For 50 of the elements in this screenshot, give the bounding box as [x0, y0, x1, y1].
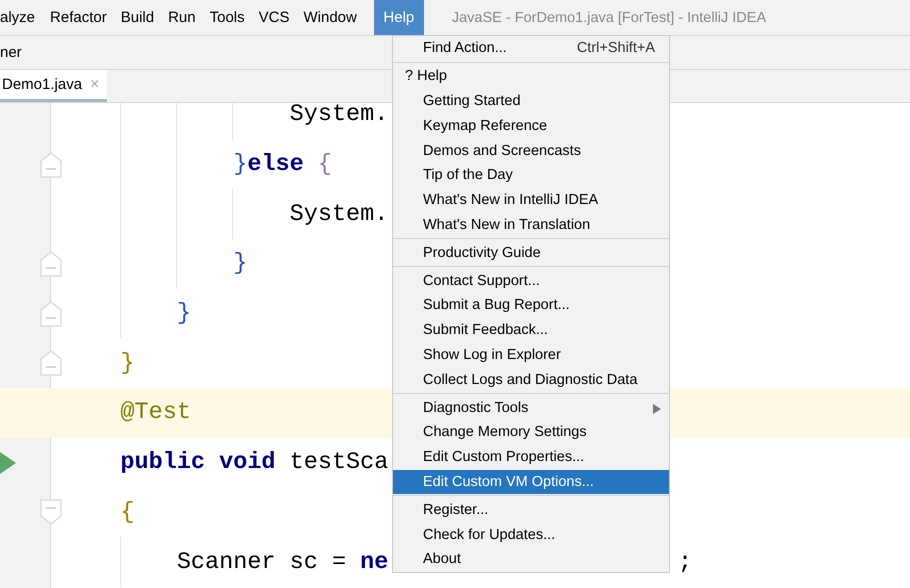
code-text: ; [678, 548, 692, 576]
toolbar-label: ner [0, 44, 22, 61]
menu-option[interactable]: Getting Started [393, 88, 669, 114]
code-line: System. [288, 200, 388, 228]
menu-option[interactable]: Contact Support... [393, 268, 669, 293]
code-line: } [232, 250, 248, 278]
menu-item[interactable]: Window [296, 0, 364, 35]
shortcut-label: Ctrl+Shift+A [576, 40, 655, 56]
editor-tab[interactable]: Demo1.java × [0, 70, 108, 102]
fold-marker-icon[interactable] [40, 300, 62, 327]
menu-option[interactable]: Change Memory Settings [393, 420, 669, 445]
menu-option[interactable]: Submit Feedback... [393, 318, 669, 343]
fold-marker-icon[interactable] [40, 152, 62, 178]
menu-option[interactable]: Find Action... Ctrl+Shift+A [393, 36, 669, 61]
menu-option[interactable]: Show Log in Explorer [393, 342, 669, 368]
code-line: @Test [119, 399, 191, 426]
menu-option[interactable]: Productivity Guide [393, 240, 669, 266]
menu-option[interactable]: Collect Logs and Diagnostic Data [393, 367, 669, 392]
fold-marker-icon[interactable] [40, 499, 62, 526]
menu-option[interactable]: Tip of the Day [393, 162, 669, 188]
code-line: } [119, 350, 135, 377]
menu-option[interactable]: Submit a Bug Report... [393, 292, 669, 318]
menu-option[interactable]: ? Help [393, 64, 669, 89]
menu-option[interactable]: Diagnostic Tools [393, 395, 669, 420]
menu-item[interactable]: Tools [202, 0, 252, 35]
menu-option[interactable]: Edit Custom Properties... [393, 444, 669, 470]
menu-item[interactable]: Build [114, 0, 162, 35]
menu-item[interactable]: Refactor [43, 0, 114, 35]
menu-option[interactable]: Check for Updates... [393, 522, 669, 547]
fold-marker-icon[interactable] [40, 350, 62, 376]
run-icon[interactable] [0, 452, 16, 474]
menu-item[interactable]: alyze [0, 0, 36, 35]
menu-item[interactable]: Run [161, 0, 203, 35]
code-line: { [119, 498, 135, 526]
menu-option[interactable]: About [393, 546, 669, 572]
menu-option[interactable]: What's New in Translation [393, 212, 669, 238]
menu-option[interactable]: Demos and Screencasts [393, 138, 669, 163]
menu-option[interactable]: Edit Custom VM Options... [393, 470, 669, 494]
code-line: public void testSca [119, 449, 388, 476]
menu-option[interactable]: What's New in IntelliJ IDEA [393, 188, 669, 213]
menu-item[interactable]: Help [374, 0, 424, 35]
menu-item[interactable]: VCS [252, 0, 296, 35]
code-line: Scanner sc = ne [176, 548, 388, 576]
code-line: }else { [232, 151, 332, 178]
code-line: System. [288, 103, 388, 128]
menu-option[interactable]: Register... [393, 497, 669, 522]
code-line: } [176, 300, 191, 328]
menu-option[interactable]: Keymap Reference [393, 113, 669, 138]
fold-marker-icon[interactable] [40, 250, 62, 277]
window-title: JavaSE - ForDemo1.java [ForTest] - IntelliJ IDEA [452, 8, 766, 28]
